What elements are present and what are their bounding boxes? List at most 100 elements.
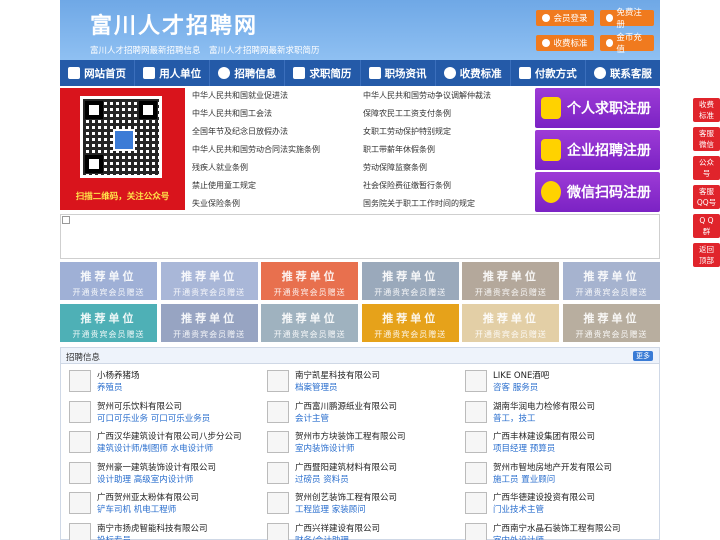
company-name[interactable]: 广西暨阳建筑材料有限公司 [295, 461, 397, 473]
law-link[interactable]: 女职工劳动保护特别规定 [363, 126, 451, 137]
company-name[interactable]: 广西华德建设投资有限公司 [493, 491, 595, 503]
job-positions[interactable]: 门业技术主管 [493, 503, 544, 515]
recommended-employer-tile[interactable]: 推荐单位 开通贵宾会员赠送 [261, 262, 359, 300]
company-logo[interactable] [465, 522, 487, 540]
company-name[interactable]: 南宁市扬虎智能科技有限公司 [97, 522, 208, 534]
company-name[interactable]: 贺州市智地房地产开发有限公司 [493, 461, 612, 473]
job-item[interactable]: 贺州市智地房地产开发有限公司 施工员 置业顾问 [461, 458, 651, 486]
login-button[interactable]: 会员登录 [536, 10, 594, 26]
company-name[interactable]: 广西富川鹏源纸业有限公司 [295, 400, 397, 412]
jobseeker-register-button[interactable]: 个人求职注册 [535, 88, 660, 128]
job-item[interactable]: 湖南华润电力检修有限公司 普工，技工 [461, 397, 651, 425]
job-positions[interactable]: 铲车司机 机电工程师 [97, 503, 176, 515]
law-link[interactable]: 劳动保障监察条例 [363, 162, 427, 173]
company-name[interactable]: 湖南华润电力检修有限公司 [493, 400, 595, 412]
recommended-employer-tile[interactable]: 推荐单位 开通贵宾会员赠送 [160, 262, 258, 300]
law-link[interactable]: 职工带薪年休假条例 [363, 144, 435, 155]
job-item[interactable]: 贺州可乐饮料有限公司 可口可乐业务 可口可乐业务员 [65, 397, 255, 425]
recommended-employer-tile[interactable]: 推荐单位 开通贵宾会员赠送 [563, 304, 660, 342]
pricing-button[interactable]: 收费标准 [536, 35, 594, 51]
company-logo[interactable] [69, 522, 91, 540]
nav-employers[interactable]: 用人单位 [135, 60, 211, 86]
job-item[interactable]: 广西丰林建设集团有限公司 项目经理 预算员 [461, 427, 651, 455]
recommended-employer-tile[interactable]: 推荐单位 开通贵宾会员赠送 [60, 262, 157, 300]
job-positions[interactable]: 建筑设计师/制图师 水电设计师 [97, 442, 213, 454]
law-link[interactable]: 失业保险条例 [192, 198, 240, 209]
job-positions[interactable]: 工程监理 家装顾问 [295, 503, 366, 515]
nav-support[interactable]: 联系客服 [586, 60, 660, 86]
job-positions[interactable]: 档案管理员 [295, 381, 338, 393]
nav-payment[interactable]: 付款方式 [511, 60, 586, 86]
company-name[interactable]: 贺州可乐饮料有限公司 [97, 400, 182, 412]
employer-register-button[interactable]: 企业招聘注册 [535, 130, 660, 170]
company-logo[interactable] [465, 400, 487, 423]
law-link[interactable]: 全国年节及纪念日放假办法 [192, 126, 288, 137]
recommended-employer-tile[interactable]: 推荐单位 开通贵宾会员赠送 [361, 262, 459, 300]
company-logo[interactable] [267, 400, 289, 423]
company-logo[interactable] [69, 492, 91, 514]
recommended-employer-tile[interactable]: 推荐单位 开通贵宾会员赠送 [160, 304, 258, 342]
law-link[interactable]: 中华人民共和国劳动争议调解仲裁法 [363, 90, 491, 101]
job-positions[interactable]: 过磅员 资料员 [295, 473, 349, 485]
company-logo[interactable] [267, 522, 289, 540]
job-positions[interactable]: 养殖员 [97, 381, 123, 393]
company-name[interactable]: 贺州市方块装饰工程有限公司 [295, 430, 406, 442]
side-qq-button[interactable]: 客服 QQ号 [693, 185, 720, 209]
job-item[interactable]: 贺州市方块装饰工程有限公司 室内装饰设计师 [263, 427, 453, 455]
company-name[interactable]: 南宁凯星科技有限公司 [295, 369, 380, 381]
side-pricing-button[interactable]: 收费 标准 [693, 98, 720, 122]
law-link[interactable]: 保障农民工工资支付条例 [363, 108, 451, 119]
company-name[interactable]: 广西南宁水晶石装饰工程有限公司 [493, 522, 621, 534]
more-button[interactable]: 更多 [633, 351, 653, 361]
company-logo[interactable] [267, 461, 289, 484]
law-link[interactable]: 中华人民共和国就业促进法 [192, 90, 288, 101]
register-button[interactable]: 免费注册 [600, 8, 654, 30]
job-item[interactable]: 小杨养猪场 养殖员 [65, 366, 255, 394]
job-positions[interactable]: 财务/会计助理 [295, 534, 349, 540]
side-official-account-button[interactable]: 公众号 [693, 156, 720, 180]
law-link[interactable]: 禁止使用童工规定 [192, 180, 256, 191]
job-item[interactable]: 贺州创艺装饰工程有限公司 工程监理 家装顾问 [263, 488, 453, 516]
job-positions[interactable]: 普工，技工 [493, 412, 536, 424]
job-positions[interactable]: 项目经理 预算员 [493, 442, 555, 454]
job-positions[interactable]: 会计主管 [295, 412, 329, 424]
job-item[interactable]: 广西暨阳建筑材料有限公司 过磅员 资料员 [263, 458, 453, 486]
company-name[interactable]: 广西贺州亚太粉体有限公司 [97, 491, 199, 503]
company-name[interactable]: 广西丰林建设集团有限公司 [493, 430, 595, 442]
job-positions[interactable]: 设计助理 高级室内设计师 [97, 473, 193, 485]
company-logo[interactable] [267, 370, 289, 392]
job-positions[interactable]: 可口可乐业务 可口可乐业务员 [97, 412, 210, 424]
law-link[interactable]: 中华人民共和国劳动合同法实施条例 [192, 144, 320, 155]
recharge-button[interactable]: 金币充值 [600, 33, 654, 55]
job-positions[interactable]: 室内装饰设计师 [295, 442, 355, 454]
company-name[interactable]: 贺州创艺装饰工程有限公司 [295, 491, 397, 503]
company-name[interactable]: 小杨养猪场 [97, 369, 140, 381]
law-link[interactable]: 社会保险费征缴暂行条例 [363, 180, 451, 191]
nav-resumes[interactable]: 求职简历 [285, 60, 361, 86]
wechat-register-button[interactable]: 微信扫码注册 [535, 172, 660, 212]
recommended-employer-tile[interactable]: 推荐单位 开通贵宾会员赠送 [261, 304, 359, 342]
job-item[interactable]: 广西汉华建筑设计有限公司八步分公司 建筑设计师/制图师 水电设计师 [65, 427, 255, 455]
nav-jobs[interactable]: 招聘信息 [210, 60, 286, 86]
company-logo[interactable] [69, 461, 91, 484]
recommended-employer-tile[interactable]: 推荐单位 开通贵宾会员赠送 [462, 304, 560, 342]
law-link[interactable]: 国务院关于职工工作时间的规定 [363, 198, 475, 209]
company-logo[interactable] [69, 431, 91, 453]
law-link[interactable]: 中华人民共和国工会法 [192, 108, 272, 119]
job-item[interactable]: 贺州豪一建筑装饰设计有限公司 设计助理 高级室内设计师 [65, 458, 255, 486]
job-item[interactable]: 南宁凯星科技有限公司 档案管理员 [263, 366, 453, 394]
recommended-employer-tile[interactable]: 推荐单位 开通贵宾会员赠送 [563, 262, 660, 300]
job-item[interactable]: 广西兴祥建设有限公司财务/会计助理 [263, 519, 453, 540]
job-positions[interactable]: 室内外设计师 [493, 534, 544, 540]
site-title[interactable]: 富川人才招聘网 [90, 8, 258, 40]
company-logo[interactable] [465, 431, 487, 453]
company-logo[interactable] [69, 370, 91, 392]
company-name[interactable]: 广西汉华建筑设计有限公司八步分公司 [97, 430, 242, 442]
job-item[interactable]: 南宁市扬虎智能科技有限公司投标专员 [65, 519, 255, 540]
side-qq-group-button[interactable]: Q Q群 [693, 214, 720, 238]
recommended-employer-tile[interactable]: 推荐单位 开通贵宾会员赠送 [462, 262, 560, 300]
side-wechat-button[interactable]: 客服 微信 [693, 127, 720, 151]
job-positions[interactable]: 投标专员 [97, 534, 131, 540]
job-item[interactable]: 广西南宁水晶石装饰工程有限公司室内外设计师 [461, 519, 651, 540]
nav-pricing[interactable]: 收费标准 [436, 60, 511, 86]
